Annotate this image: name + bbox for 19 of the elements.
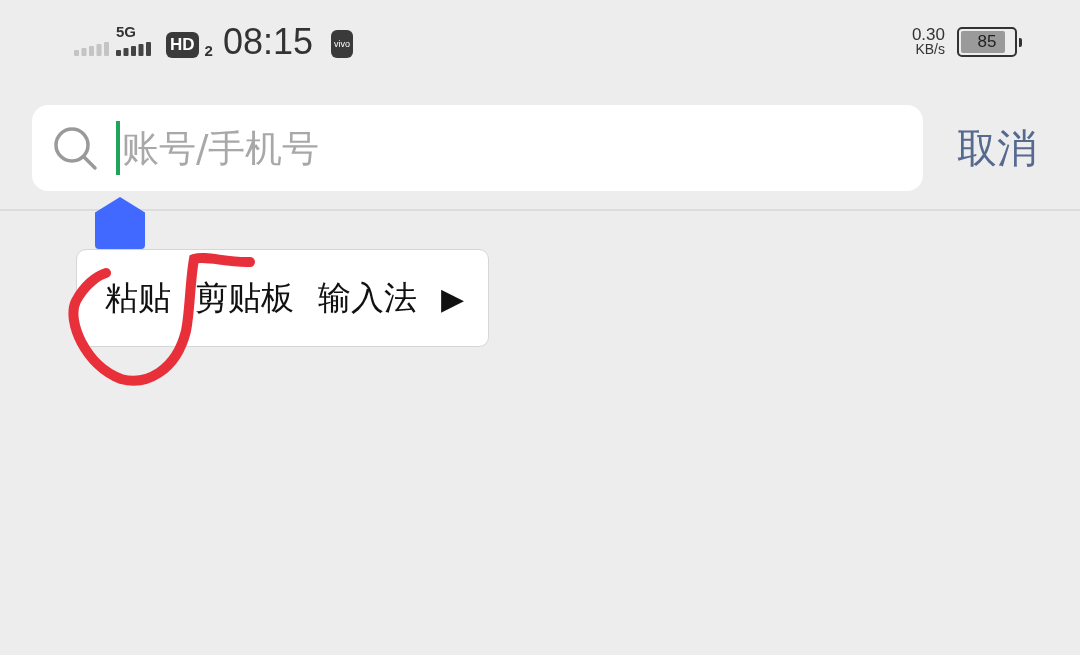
more-button[interactable]: ▶: [429, 280, 477, 316]
text-cursor: [116, 121, 120, 175]
selection-handle[interactable]: [95, 197, 145, 249]
cancel-button[interactable]: 取消: [957, 120, 1037, 176]
search-field[interactable]: 账号/手机号: [32, 105, 923, 191]
network-speed: 0.30: [911, 27, 945, 42]
hd-badge: HD: [166, 32, 199, 58]
signal-icon: [74, 40, 110, 56]
app-badge: vivo: [331, 30, 353, 58]
menu-item[interactable]: 输入法: [306, 275, 429, 321]
hd-sim-number: 2: [204, 42, 213, 59]
search-input[interactable]: 账号/手机号: [120, 126, 822, 170]
clock: 08:15: [222, 24, 313, 60]
signal-icon: [116, 40, 152, 56]
search-icon: [52, 125, 98, 171]
speed-unit: KB/s: [915, 42, 945, 57]
menu-item[interactable]: 粘贴: [93, 275, 183, 321]
network-label: 5G: [116, 24, 136, 40]
menu-item[interactable]: 剪贴板: [183, 275, 306, 321]
